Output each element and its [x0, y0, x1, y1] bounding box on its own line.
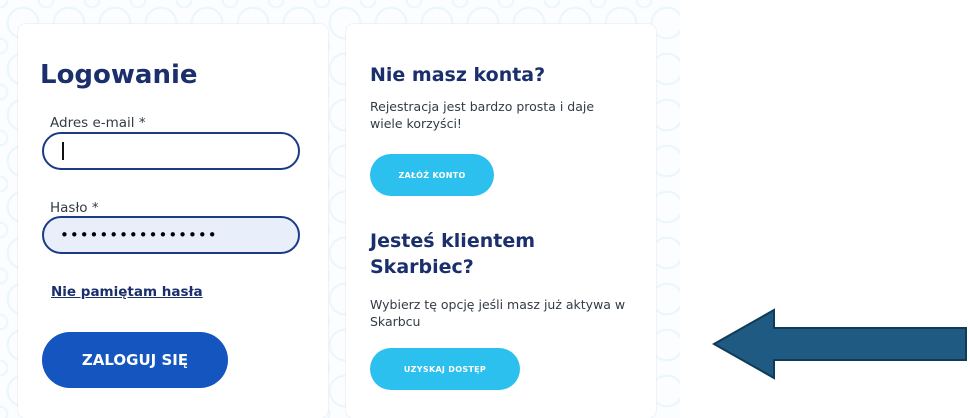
text-caret	[62, 142, 64, 160]
create-account-button[interactable]: ZAŁÓŻ KONTO	[370, 154, 494, 196]
login-button[interactable]: ZALOGUJ SIĘ	[42, 332, 228, 388]
email-input[interactable]	[42, 132, 300, 170]
password-label: Hasło *	[50, 200, 99, 216]
client-title: Jesteś klientem Skarbiec?	[370, 230, 535, 278]
forgot-password-link[interactable]: Nie pamiętam hasła	[51, 284, 203, 300]
page: Logowanie Adres e-mail * Hasło * Nie pam…	[0, 0, 970, 418]
register-title: Nie masz konta?	[370, 64, 546, 86]
login-card: Logowanie Adres e-mail * Hasło * Nie pam…	[18, 24, 328, 418]
arrow-left-icon	[712, 308, 967, 380]
login-title: Logowanie	[40, 60, 198, 90]
email-label: Adres e-mail *	[50, 115, 146, 131]
get-access-button[interactable]: UZYSKAJ DOSTĘP	[370, 348, 520, 390]
register-card: Nie masz konta? Rejestracja jest bardzo …	[346, 24, 656, 418]
client-text: Wybierz tę opcję jeśli masz już aktywa w…	[370, 297, 626, 329]
arrow-shape	[712, 308, 967, 380]
password-input[interactable]	[42, 216, 300, 254]
register-text: Rejestracja jest bardzo prosta i daje wi…	[370, 99, 595, 131]
